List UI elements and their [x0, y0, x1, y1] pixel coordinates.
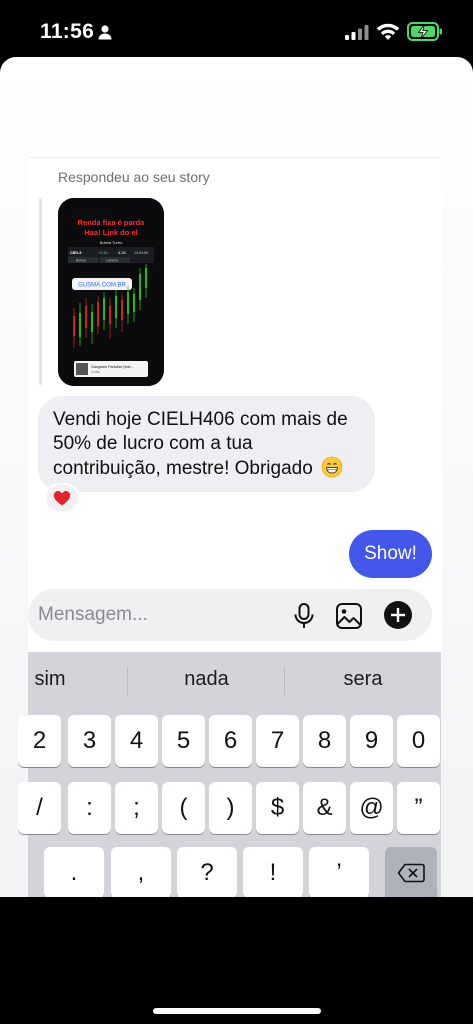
key-semicolon[interactable]: ; — [115, 782, 158, 834]
chat-screen: Respondeu ao seu story Renda fixa é pard… — [0, 57, 473, 897]
add-icon[interactable] — [383, 600, 413, 630]
key-colon[interactable]: : — [68, 782, 111, 834]
key-quote[interactable]: ” — [397, 782, 440, 834]
story-headline-2: Haa! Link do el — [84, 228, 137, 237]
key-7[interactable]: 7 — [256, 715, 299, 767]
story-headline-1: Renda fixa é parda — [78, 218, 146, 227]
key-3[interactable]: 3 — [68, 715, 111, 767]
key-at[interactable]: @ — [350, 782, 393, 834]
incoming-message[interactable]: Vendi hoje CIELH406 com mais de 50% de l… — [38, 396, 375, 492]
key-apostrophe[interactable]: ’ — [309, 847, 369, 897]
wifi-icon — [376, 23, 400, 40]
story-tab-boleta: Boleta — [76, 259, 86, 263]
key-4[interactable]: 4 — [115, 715, 158, 767]
gallery-icon[interactable] — [335, 602, 363, 630]
story-music-title: Gangsta's Paradise (feat ... — [91, 365, 134, 369]
key-open-paren[interactable]: ( — [162, 782, 205, 834]
incoming-message-text: Vendi hoje CIELH406 com mais de 50% de l… — [53, 409, 348, 479]
message-input[interactable] — [38, 602, 278, 628]
suggestion-sim[interactable]: sim — [28, 652, 72, 707]
heart-reaction[interactable] — [44, 483, 80, 513]
story-change: +4,61 — [98, 250, 109, 255]
key-exclamation[interactable]: ! — [243, 847, 303, 897]
story-ticker: CIEL3 — [70, 250, 82, 255]
keyboard: sim nada sera 2 3 4 5 6 7 8 9 0 / : ; ( … — [18, 652, 441, 897]
microphone-icon[interactable] — [292, 602, 316, 630]
key-0[interactable]: 0 — [397, 715, 440, 767]
outgoing-message[interactable]: Show! — [349, 530, 432, 578]
message-composer — [28, 589, 432, 641]
key-comma[interactable]: , — [111, 847, 171, 897]
outgoing-message-text: Show! — [364, 543, 417, 564]
suggestion-nada[interactable]: nada — [128, 652, 285, 707]
story-time: 13:04:09 — [134, 251, 148, 255]
key-6[interactable]: 6 — [209, 715, 252, 767]
key-period[interactable]: . — [44, 847, 104, 897]
key-8[interactable]: 8 — [303, 715, 346, 767]
key-ampersand[interactable]: & — [303, 782, 346, 834]
status-time: 11:56 — [40, 20, 95, 43]
key-close-paren[interactable]: ) — [209, 782, 252, 834]
replied-to-story-label: Respondeu ao seu story — [58, 169, 210, 185]
key-5[interactable]: 5 — [162, 715, 205, 767]
grinning-face-icon — [321, 456, 343, 478]
key-2[interactable]: 2 — [18, 715, 61, 767]
battery-charging-icon — [407, 22, 442, 41]
story-price: 4,34 — [118, 250, 127, 255]
heart-icon — [53, 491, 71, 506]
home-indicator[interactable] — [153, 1008, 321, 1014]
key-dollar[interactable]: $ — [256, 782, 299, 834]
quote-bar — [39, 198, 42, 385]
person-icon — [98, 25, 112, 40]
key-9[interactable]: 9 — [350, 715, 393, 767]
story-music-artist: Coolio — [91, 370, 100, 374]
story-link-sticker: GUSMA.COM.BR — [78, 283, 126, 289]
message-thread: Respondeu ao seu story Renda fixa é pard… — [28, 157, 442, 657]
story-thumbnail[interactable]: Renda fixa é parda Haa! Link do el Bolet… — [58, 198, 164, 386]
story-app-title: Boleta Turbo — [100, 240, 123, 245]
delete-key[interactable] — [385, 847, 437, 897]
story-tab-carteira: Carteira — [106, 259, 118, 263]
key-question[interactable]: ? — [177, 847, 237, 897]
key-slash[interactable]: / — [18, 782, 61, 834]
status-bar: 11:56 — [0, 0, 473, 60]
story-preview-graphic: Renda fixa é parda Haa! Link do el Bolet… — [58, 198, 164, 386]
signal-icon — [345, 25, 369, 40]
suggestion-sera[interactable]: sera — [285, 652, 441, 707]
backspace-icon — [397, 863, 425, 883]
